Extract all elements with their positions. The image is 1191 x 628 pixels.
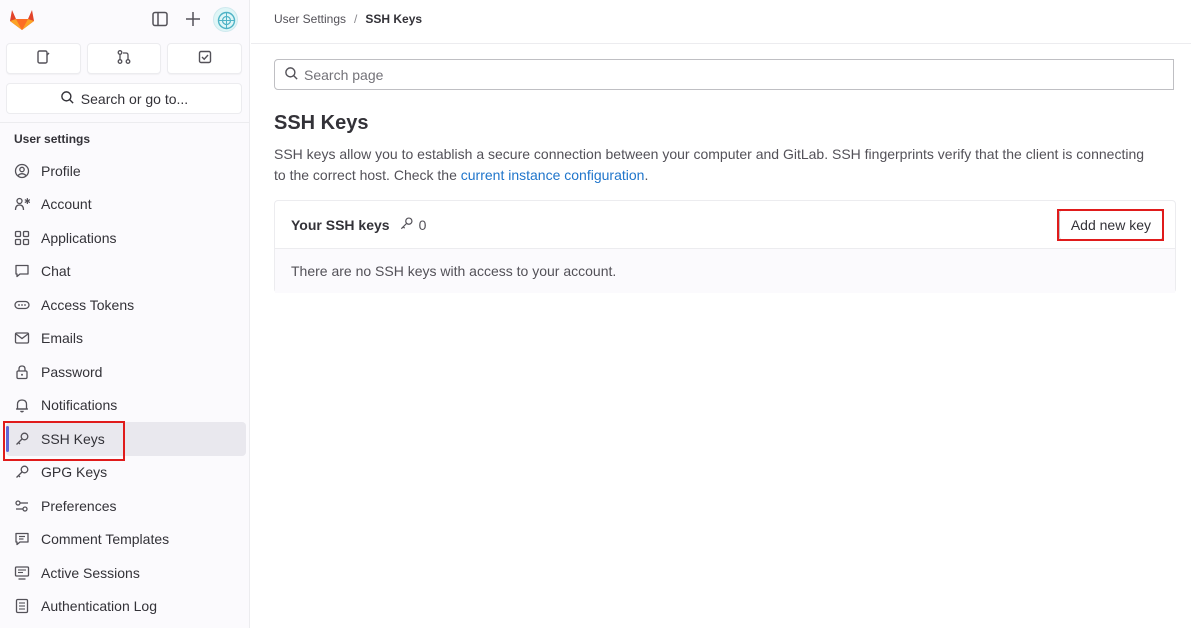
comment-icon: [14, 531, 30, 547]
account-icon: ✱: [14, 196, 30, 212]
ssh-keys-count: 0: [399, 216, 427, 234]
sidebar-item-preferences[interactable]: Preferences: [6, 489, 246, 523]
lock-icon: [14, 364, 30, 380]
sidebar-item-authentication-log[interactable]: Authentication Log: [6, 590, 246, 624]
ssh-keys-card: Your SSH keys 0 Add new key There are no…: [274, 200, 1176, 293]
search-icon: [284, 66, 299, 84]
key-icon: [399, 216, 414, 234]
sidebar-item-label: GPG Keys: [41, 464, 108, 481]
sidebar-item-label: Access Tokens: [41, 296, 135, 313]
key-icon: [14, 431, 30, 447]
ssh-keys-count-value: 0: [418, 216, 427, 233]
todos-button[interactable]: [167, 43, 243, 74]
add-new-key-button[interactable]: Add new key: [1058, 209, 1163, 241]
sidebar-item-gpg-keys[interactable]: GPG Keys: [6, 456, 246, 490]
ssh-keys-empty-state: There are no SSH keys with access to you…: [275, 249, 1175, 293]
instance-configuration-link[interactable]: current instance configuration: [461, 167, 645, 183]
breadcrumb-parent-link[interactable]: User Settings: [274, 12, 346, 26]
page-title: SSH Keys: [274, 112, 369, 134]
sidebar-item-label: Profile: [41, 162, 81, 179]
issues-icon: [35, 49, 51, 68]
chat-icon: [14, 263, 30, 279]
gitlab-logo-icon[interactable]: [9, 7, 35, 31]
sidebar-item-label: Preferences: [41, 497, 117, 514]
sidebar-item-label: Applications: [41, 229, 117, 246]
plus-icon[interactable]: [184, 10, 202, 28]
sidebar-item-label: Account: [41, 196, 92, 213]
sidebar-item-emails[interactable]: Emails: [6, 322, 246, 356]
key-icon: [14, 464, 30, 480]
sidebar-item-label: Authentication Log: [41, 598, 157, 615]
header-divider: [251, 43, 1191, 44]
breadcrumb: User Settings / SSH Keys: [274, 12, 422, 26]
search-icon: [60, 90, 75, 108]
sidebar-item-ssh-keys[interactable]: SSH Keys: [6, 422, 246, 456]
issues-button[interactable]: [6, 43, 81, 74]
sidebar-item-profile[interactable]: Profile: [6, 154, 246, 188]
log-icon: [14, 598, 30, 614]
sidebar-item-label: Chat: [41, 263, 71, 280]
merge-request-icon: [116, 49, 132, 68]
page-description-end: .: [644, 167, 649, 183]
sidebar-divider: [0, 122, 250, 123]
sidebar: Search or go to... User settings Profile…: [0, 0, 250, 628]
monitor-icon: [14, 565, 30, 581]
mail-icon: [14, 330, 30, 346]
sidebar-item-label: Notifications: [41, 397, 118, 414]
token-icon: [14, 297, 30, 313]
sidebar-item-active-sessions[interactable]: Active Sessions: [6, 556, 246, 590]
sidebar-section-heading: User settings: [14, 132, 91, 146]
sidebar-item-comment-templates[interactable]: Comment Templates: [6, 523, 246, 557]
preferences-icon: [14, 498, 30, 514]
ssh-keys-card-title: Your SSH keys: [291, 216, 390, 233]
bell-icon: [14, 397, 30, 413]
quick-actions: [6, 43, 243, 74]
sidebar-nav: Profile ✱ Account Applications Chat Acce…: [6, 154, 246, 623]
search-page-placeholder: Search page: [304, 66, 384, 83]
sidebar-item-access-tokens[interactable]: Access Tokens: [6, 288, 246, 322]
user-avatar[interactable]: [213, 7, 238, 32]
ssh-keys-card-header: Your SSH keys 0 Add new key: [275, 201, 1175, 249]
sidebar-item-password[interactable]: Password: [6, 355, 246, 389]
sidebar-item-label: Comment Templates: [41, 531, 170, 548]
svg-text:✱: ✱: [24, 197, 30, 206]
search-or-go-to-label: Search or go to...: [80, 90, 189, 107]
sidebar-item-account[interactable]: ✱ Account: [6, 188, 246, 222]
sidebar-item-notifications[interactable]: Notifications: [6, 389, 246, 423]
sidebar-item-chat[interactable]: Chat: [6, 255, 246, 289]
breadcrumb-current: SSH Keys: [365, 12, 423, 26]
sidebar-item-label: Emails: [41, 330, 84, 347]
merge-requests-button[interactable]: [86, 43, 162, 74]
sidebar-item-applications[interactable]: Applications: [6, 221, 246, 255]
search-or-go-to-button[interactable]: Search or go to...: [6, 83, 242, 114]
profile-icon: [14, 163, 30, 179]
sidebar-item-label: Password: [41, 363, 103, 380]
breadcrumb-separator: /: [354, 12, 358, 26]
page-description: SSH keys allow you to establish a secure…: [274, 144, 1154, 186]
sidebar-top-bar: [0, 0, 250, 40]
sidebar-toggle-icon[interactable]: [151, 10, 169, 28]
page-description-text: SSH keys allow you to establish a secure…: [274, 146, 1145, 183]
applications-icon: [14, 230, 30, 246]
sidebar-item-label: Active Sessions: [41, 564, 140, 581]
todo-icon: [197, 49, 213, 68]
search-page-input[interactable]: Search page: [274, 59, 1174, 90]
sidebar-item-label: SSH Keys: [41, 430, 105, 447]
